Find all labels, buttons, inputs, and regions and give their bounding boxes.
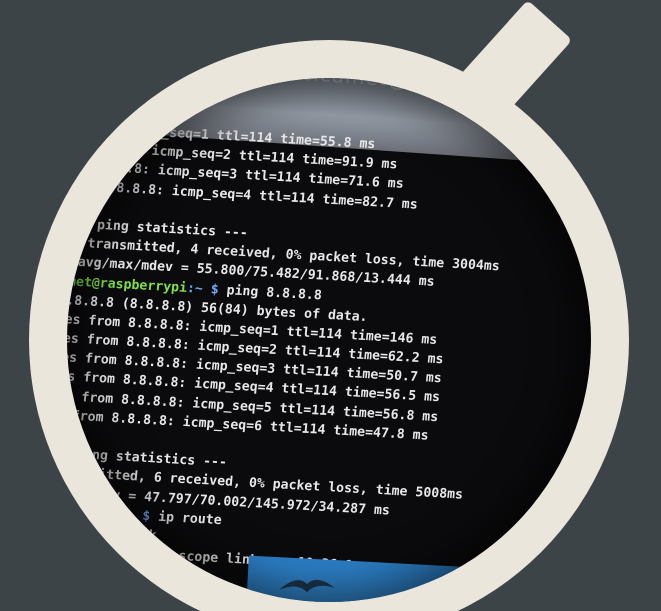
window-title: tecicamet@ra [279, 78, 432, 94]
photo-stage: elp tecicamet@ra .8.8.8: icmp_seq=1 ttl=… [0, 0, 661, 611]
prompt-path: :~ $ [186, 280, 228, 298]
menu-help[interactable]: elp [168, 78, 197, 92]
bird-wallpaper-icon [279, 579, 335, 592]
prompt-path: :~ $ [67, 561, 107, 580]
terminal-output[interactable]: .8.8.8: icmp_seq=1 ttl=114 time=55.8 ms m… [67, 118, 591, 602]
prompt-user: raspberrypi [67, 502, 120, 523]
terminal-text: ping 8.8.8.8 [225, 282, 323, 303]
terminal-cursor [104, 562, 115, 578]
magnifier-lens: elp tecicamet@ra .8.8.8: icmp_seq=1 ttl=… [67, 78, 591, 602]
terminal-text: ip route [157, 509, 223, 528]
prompt-path: :~ $ [117, 507, 159, 525]
